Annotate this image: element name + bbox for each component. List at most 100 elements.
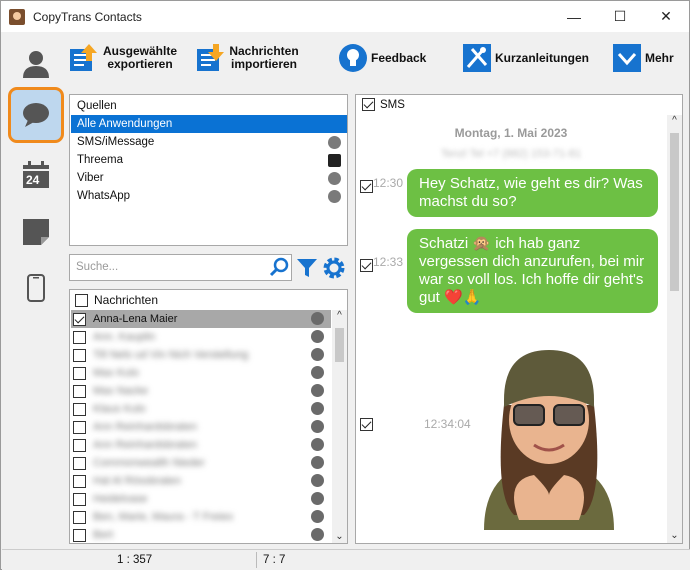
row-checkbox[interactable]	[73, 528, 86, 542]
row-checkbox[interactable]	[73, 366, 86, 380]
app-logo-icon	[9, 8, 25, 25]
scroll-thumb[interactable]	[670, 133, 679, 291]
table-row[interactable]: Bert	[71, 526, 331, 543]
sidebar-item-messages[interactable]	[8, 87, 64, 143]
sidebar-item-device[interactable]	[8, 260, 64, 316]
table-row[interactable]: Commonwealth Nieder	[71, 454, 331, 472]
title-bar: CopyTrans Contacts — ☐ ✕	[1, 1, 689, 32]
row-checkbox[interactable]	[73, 384, 86, 398]
table-row[interactable]: Ben, Marie, Maura - T Freiex	[71, 508, 331, 526]
chevron-down-icon	[612, 43, 642, 73]
scroll-down-icon[interactable]: ⌄	[332, 531, 347, 542]
viber-icon	[311, 402, 324, 415]
viber-icon	[311, 348, 324, 361]
maximize-button[interactable]: ☐	[597, 1, 643, 32]
contacts-scrollbar[interactable]: ^ ⌄	[332, 310, 347, 543]
row-checkbox[interactable]	[73, 348, 86, 362]
contact-name: Ben, Marie, Maura - T Freiex	[93, 511, 234, 523]
contact-name: Klaus Kulo	[93, 403, 146, 415]
viber-icon	[311, 384, 324, 397]
contact-name: Commonwealth Nieder	[93, 457, 205, 469]
status-bar: 1 : 357 7 : 7	[2, 549, 690, 570]
table-row[interactable]: Max Kulo	[71, 364, 331, 382]
close-button[interactable]: ✕	[643, 1, 689, 32]
source-all-apps[interactable]: Alle Anwendungen	[71, 115, 347, 133]
feedback-label: Feedback	[371, 50, 427, 65]
tools-icon	[462, 43, 492, 73]
sidebar-item-notes[interactable]	[8, 204, 64, 260]
sidebar: 24	[2, 32, 69, 548]
scroll-up-icon[interactable]: ^	[667, 115, 682, 126]
row-checkbox[interactable]	[73, 474, 86, 488]
scroll-up-icon[interactable]: ^	[332, 310, 347, 321]
table-row[interactable]: Klaus Kulo	[71, 400, 331, 418]
import-icon	[196, 43, 226, 73]
conversation-date: Montag, 1. Mai 2023	[454, 126, 568, 140]
source-threema[interactable]: Threema	[71, 151, 347, 169]
table-row[interactable]: Anna-Lena Maier	[71, 310, 331, 328]
guides-button[interactable]: Kurzanleitungen	[462, 41, 589, 75]
source-label: WhatsApp	[77, 190, 131, 202]
table-row[interactable]: Hal Al Rössbraten	[71, 472, 331, 490]
source-viber[interactable]: Viber	[71, 169, 347, 187]
gear-icon[interactable]	[322, 256, 346, 283]
row-checkbox[interactable]	[73, 420, 86, 434]
row-checkbox[interactable]	[73, 330, 86, 344]
table-row[interactable]: Max Nacke	[71, 382, 331, 400]
contacts-panel: Nachrichten Anna-Lena Maier Ann. Kauplin…	[69, 289, 348, 544]
minimize-button[interactable]: —	[551, 1, 597, 32]
row-checkbox[interactable]	[73, 438, 86, 452]
sidebar-item-calendar[interactable]: 24	[8, 147, 64, 203]
sources-panel: Quellen Alle Anwendungen SMS/iMessage Th…	[69, 94, 348, 246]
more-button[interactable]: Mehr	[612, 41, 674, 75]
memoji-sticker-image	[474, 345, 624, 533]
conversation-scrollbar[interactable]: ^ ⌄	[667, 115, 682, 543]
row-checkbox[interactable]	[73, 492, 86, 506]
viber-icon	[311, 420, 324, 433]
scroll-thumb[interactable]	[335, 328, 344, 362]
search-input[interactable]: Suche...	[69, 254, 292, 281]
table-row[interactable]: Ann Reinhardsbraten	[71, 436, 331, 454]
message-checkbox[interactable]	[360, 418, 373, 431]
status-divider	[256, 552, 257, 568]
viber-icon	[311, 474, 324, 487]
row-checkbox[interactable]	[73, 402, 86, 416]
viber-icon	[311, 456, 324, 469]
source-label: SMS/iMessage	[77, 136, 155, 148]
toolbar: Ausgewählte exportieren Nachrichten impo…	[69, 32, 689, 86]
source-label: Threema	[77, 154, 124, 166]
table-row[interactable]: Till Nels ud Vin Nich Verstellung	[71, 346, 331, 364]
sms-select-checkbox[interactable]	[362, 98, 375, 111]
message-checkbox[interactable]	[360, 180, 373, 193]
row-checkbox[interactable]	[73, 312, 86, 326]
export-icon	[69, 43, 99, 73]
viber-icon	[311, 330, 324, 343]
contact-name: Bert	[93, 529, 114, 541]
filter-icon[interactable]	[296, 257, 318, 282]
contact-name: Ann Reinhardsbraten	[93, 421, 197, 433]
viber-icon	[311, 438, 324, 451]
export-button[interactable]: Ausgewählte exportieren	[69, 41, 178, 75]
contact-name: Ann Reinhardsbraten	[93, 439, 197, 451]
import-button[interactable]: Nachrichten importieren	[196, 41, 299, 75]
message-time: 12:30	[373, 176, 404, 190]
search-icon[interactable]	[269, 257, 289, 280]
source-sms[interactable]: SMS/iMessage	[71, 133, 347, 151]
contact-name: Anna-Lena Maier	[93, 313, 178, 325]
table-row[interactable]: Ann Reinhardsbraten	[71, 418, 331, 436]
status-count-left: 1 : 357	[117, 554, 153, 566]
row-checkbox[interactable]	[73, 510, 86, 524]
lightbulb-icon	[338, 43, 368, 73]
scroll-down-icon[interactable]: ⌄	[667, 530, 682, 541]
select-all-checkbox[interactable]	[75, 293, 88, 307]
table-row[interactable]: Ann. Kauplin	[71, 328, 331, 346]
feedback-button[interactable]: Feedback	[338, 41, 426, 75]
table-row[interactable]: Heidelvase	[71, 490, 331, 508]
sidebar-item-contacts[interactable]	[8, 36, 64, 92]
row-checkbox[interactable]	[73, 456, 86, 470]
message-checkbox[interactable]	[360, 259, 373, 272]
contacts-header: Nachrichten	[75, 293, 158, 307]
contact-name: Max Kulo	[93, 367, 139, 379]
source-whatsapp[interactable]: WhatsApp	[71, 187, 347, 205]
conversation-header: SMS	[362, 98, 405, 111]
